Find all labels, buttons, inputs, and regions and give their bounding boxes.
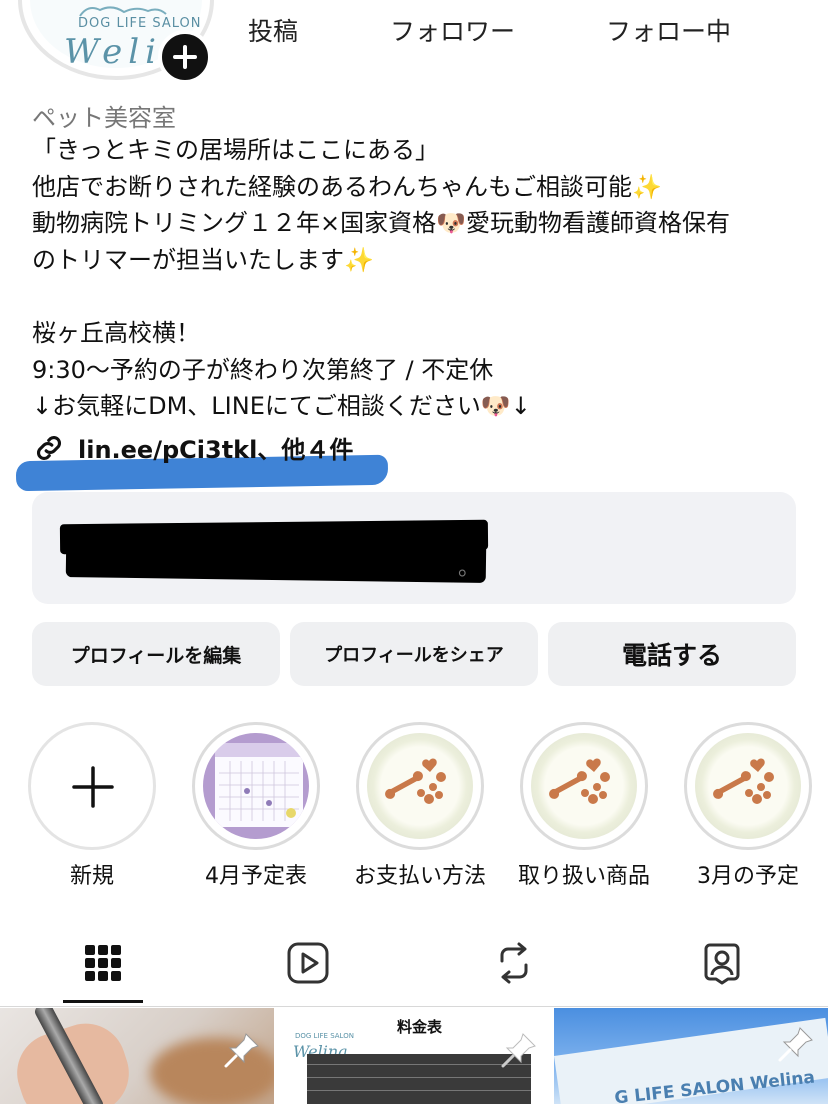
highlight-label: 3月の予定 [697, 864, 799, 889]
price-list-title: 料金表 [397, 1018, 443, 1036]
reels-icon [287, 942, 329, 984]
price-logo-sub: DOG LIFE SALON [295, 1032, 354, 1040]
post-tile-clippers[interactable] [0, 1008, 274, 1104]
bio-line: 桜ヶ丘高校横！ [32, 318, 200, 347]
highlight-new[interactable] [28, 722, 156, 850]
active-tab-indicator [63, 1000, 143, 1003]
highlight-april-schedule[interactable] [192, 722, 320, 850]
profile-link[interactable]: lin.ee/pCi3tkl、他４件 [32, 430, 353, 465]
bio-line: ↓お気軽にDM、LINEにてご相談ください🐶↓ [32, 392, 531, 421]
tab-reels[interactable] [268, 940, 348, 986]
reposts-icon [500, 942, 528, 984]
followers-label[interactable]: フォロワー [390, 12, 515, 48]
plus-icon [173, 45, 197, 69]
edit-profile-button[interactable]: プロフィールを編集 [32, 622, 280, 686]
dog-cookies-icon [385, 758, 446, 804]
tab-posts-grid[interactable] [63, 940, 143, 986]
cookie-plate-thumbnail [367, 733, 473, 839]
profile-category: ペット美容室 [32, 104, 176, 132]
tagged-icon [704, 943, 740, 985]
bio-line: 9:30〜予約の子が終わり次第終了 / 不定休 [32, 355, 494, 384]
pin-icon [778, 1027, 813, 1062]
dog-cookies-icon [713, 758, 774, 804]
card-text-tail: 。 [458, 556, 481, 581]
tab-reposts[interactable] [474, 940, 554, 986]
bio-line: のトリマーが担当いたします✨ [32, 245, 374, 274]
highlight-payment-methods[interactable] [356, 722, 484, 850]
profile-link-text[interactable]: lin.ee/pCi3tkl、他４件 [78, 430, 353, 465]
highlight-label: 取り扱い商品 [517, 864, 650, 889]
calendar-grid-icon [219, 761, 299, 821]
bio-blank-line [32, 278, 812, 315]
tab-divider [0, 1006, 828, 1007]
logo-subtitle: DOG LIFE SALON [78, 16, 202, 31]
highlight-label: お支払い方法 [353, 864, 486, 889]
highlight-label: 4月予定表 [205, 864, 307, 889]
share-profile-button[interactable]: プロフィールをシェア [290, 622, 538, 686]
highlight-march-schedule[interactable] [684, 722, 812, 850]
profile-bio: 「きっとキミの居場所はここにある」 他店でお断りされた経験のあるわんちゃんもご相… [32, 132, 812, 425]
tab-tagged[interactable] [682, 940, 762, 986]
dog-cookies-icon [549, 758, 610, 804]
post-tile-salon-sign[interactable]: G LIFE SALON Welina [554, 1008, 828, 1104]
bio-line: 「きっとキミの居場所はここにある」 [32, 136, 440, 164]
bio-line: 動物病院トリミング１２年×国家資格🐶愛玩動物看護師資格保有 [32, 209, 730, 238]
cookie-plate-thumbnail [695, 733, 801, 839]
pin-icon [224, 1033, 259, 1068]
posts-count-label[interactable]: 投稿 [248, 12, 298, 48]
cookie-plate-thumbnail [531, 733, 637, 839]
highlight-label: 新規 [69, 864, 114, 889]
redaction-scribble-black [65, 537, 487, 583]
following-label[interactable]: フォロー中 [606, 12, 731, 48]
grid-icon [85, 945, 121, 981]
call-button[interactable]: 電話する [548, 622, 796, 686]
highlight-products[interactable] [520, 722, 648, 850]
link-icon [36, 435, 62, 460]
calendar-thumbnail [203, 733, 309, 839]
bio-line: 他店でお断りされた経験のあるわんちゃんもご相談可能✨ [32, 172, 662, 201]
price-table [307, 1054, 531, 1104]
add-story-button[interactable] [158, 30, 212, 84]
post-tile-price-list[interactable]: DOG LIFE SALON Welina 料金表 [277, 1008, 551, 1104]
pin-icon [501, 1033, 536, 1068]
plus-icon [72, 766, 114, 808]
